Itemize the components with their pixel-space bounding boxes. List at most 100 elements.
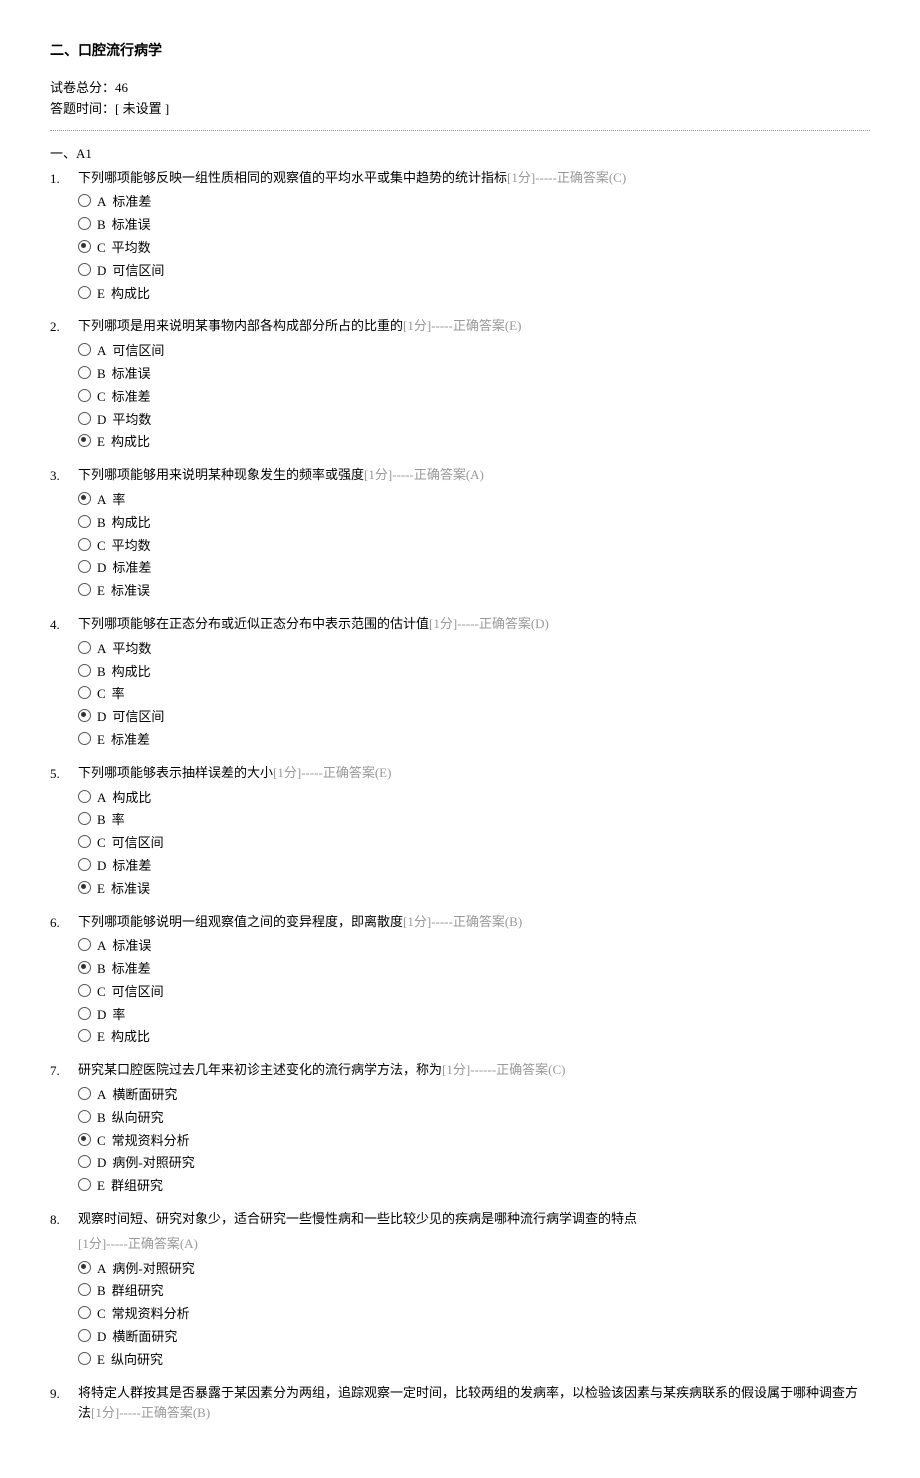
question-stem: 下列哪项能够反映一组性质相同的观察值的平均水平或集中趋势的统计指标[1分]---… xyxy=(78,168,870,189)
radio-icon[interactable] xyxy=(78,732,91,745)
radio-icon[interactable] xyxy=(78,412,91,425)
radio-icon[interactable] xyxy=(78,1352,91,1365)
option-text: 标准差 xyxy=(112,959,151,980)
option[interactable]: D可信区间 xyxy=(78,261,870,282)
option[interactable]: D率 xyxy=(78,1005,870,1026)
option[interactable]: A标准差 xyxy=(78,192,870,213)
question: 8.观察时间短、研究对象少，适合研究一些慢性病和一些比较少见的疾病是哪种流行病学… xyxy=(50,1209,870,1373)
radio-icon[interactable] xyxy=(78,790,91,803)
option[interactable]: E标准误 xyxy=(78,581,870,602)
option[interactable]: A横断面研究 xyxy=(78,1085,870,1106)
radio-icon[interactable] xyxy=(78,641,91,654)
radio-icon[interactable] xyxy=(78,881,91,894)
option[interactable]: C标准差 xyxy=(78,387,870,408)
radio-icon[interactable] xyxy=(78,961,91,974)
option[interactable]: A标准误 xyxy=(78,936,870,957)
radio-icon[interactable] xyxy=(78,240,91,253)
radio-icon[interactable] xyxy=(78,389,91,402)
option[interactable]: C率 xyxy=(78,684,870,705)
option-letter: D xyxy=(97,1005,106,1026)
option[interactable]: E标准误 xyxy=(78,879,870,900)
points-label: [1分] xyxy=(364,467,392,482)
radio-icon[interactable] xyxy=(78,366,91,379)
radio-icon[interactable] xyxy=(78,1329,91,1342)
option[interactable]: B构成比 xyxy=(78,662,870,683)
radio-icon[interactable] xyxy=(78,938,91,951)
option[interactable]: B标准差 xyxy=(78,959,870,980)
option-text: 构成比 xyxy=(112,662,151,683)
option[interactable]: D病例-对照研究 xyxy=(78,1153,870,1174)
option[interactable]: A率 xyxy=(78,490,870,511)
option[interactable]: D可信区间 xyxy=(78,707,870,728)
radio-icon[interactable] xyxy=(78,1155,91,1168)
option[interactable]: B标准误 xyxy=(78,364,870,385)
option[interactable]: C常规资料分析 xyxy=(78,1304,870,1325)
option-text: 纵向研究 xyxy=(112,1108,164,1129)
radio-icon[interactable] xyxy=(78,515,91,528)
radio-icon[interactable] xyxy=(78,1178,91,1191)
option[interactable]: C可信区间 xyxy=(78,982,870,1003)
divider xyxy=(50,130,870,131)
option[interactable]: E构成比 xyxy=(78,284,870,305)
radio-icon[interactable] xyxy=(78,194,91,207)
radio-icon[interactable] xyxy=(78,1007,91,1020)
option[interactable]: D标准差 xyxy=(78,558,870,579)
stem-text: 下列哪项能够表示抽样误差的大小 xyxy=(78,765,273,780)
option-letter: E xyxy=(97,1027,105,1048)
option[interactable]: E标准差 xyxy=(78,730,870,751)
option[interactable]: B群组研究 xyxy=(78,1281,870,1302)
option[interactable]: C平均数 xyxy=(78,238,870,259)
points-label: [1分] xyxy=(403,914,431,929)
option-letter: B xyxy=(97,1281,106,1302)
radio-icon[interactable] xyxy=(78,664,91,677)
radio-icon[interactable] xyxy=(78,538,91,551)
radio-icon[interactable] xyxy=(78,1110,91,1123)
option-letter: B xyxy=(97,1108,106,1129)
answer-time-value: [ 未设置 ] xyxy=(115,101,169,116)
radio-icon[interactable] xyxy=(78,434,91,447)
radio-icon[interactable] xyxy=(78,560,91,573)
options-list: A标准差B标准误C平均数D可信区间E构成比 xyxy=(78,192,870,304)
radio-icon[interactable] xyxy=(78,286,91,299)
option[interactable]: E纵向研究 xyxy=(78,1350,870,1371)
radio-icon[interactable] xyxy=(78,1283,91,1296)
option[interactable]: B率 xyxy=(78,810,870,831)
radio-icon[interactable] xyxy=(78,1261,91,1274)
option[interactable]: E构成比 xyxy=(78,1027,870,1048)
radio-icon[interactable] xyxy=(78,1133,91,1146)
option[interactable]: B构成比 xyxy=(78,513,870,534)
question-stem: 研究某口腔医院过去几年来初诊主述变化的流行病学方法，称为[1分]------正确… xyxy=(78,1060,870,1081)
radio-icon[interactable] xyxy=(78,686,91,699)
option[interactable]: C可信区间 xyxy=(78,833,870,854)
radio-icon[interactable] xyxy=(78,343,91,356)
radio-icon[interactable] xyxy=(78,709,91,722)
option[interactable]: D横断面研究 xyxy=(78,1327,870,1348)
option-letter: E xyxy=(97,284,105,305)
option[interactable]: A可信区间 xyxy=(78,341,870,362)
option[interactable]: D平均数 xyxy=(78,410,870,431)
option[interactable]: C常规资料分析 xyxy=(78,1131,870,1152)
option[interactable]: B标准误 xyxy=(78,215,870,236)
radio-icon[interactable] xyxy=(78,1306,91,1319)
radio-icon[interactable] xyxy=(78,858,91,871)
radio-icon[interactable] xyxy=(78,1087,91,1100)
option[interactable]: A构成比 xyxy=(78,788,870,809)
option[interactable]: A平均数 xyxy=(78,639,870,660)
option[interactable]: E构成比 xyxy=(78,432,870,453)
option[interactable]: E群组研究 xyxy=(78,1176,870,1197)
radio-icon[interactable] xyxy=(78,492,91,505)
question-stem: 下列哪项能够用来说明某种现象发生的频率或强度[1分]-----正确答案(A) xyxy=(78,465,870,486)
option[interactable]: D标准差 xyxy=(78,856,870,877)
radio-icon[interactable] xyxy=(78,835,91,848)
radio-icon[interactable] xyxy=(78,1029,91,1042)
radio-icon[interactable] xyxy=(78,984,91,997)
radio-icon[interactable] xyxy=(78,217,91,230)
option[interactable]: B 纵向研究 xyxy=(78,1108,870,1129)
radio-icon[interactable] xyxy=(78,812,91,825)
option[interactable]: A病例-对照研究 xyxy=(78,1259,870,1280)
radio-icon[interactable] xyxy=(78,263,91,276)
radio-icon[interactable] xyxy=(78,583,91,596)
option[interactable]: C平均数 xyxy=(78,536,870,557)
correct-answer: -----正确答案(B) xyxy=(119,1405,210,1420)
option-letter: E xyxy=(97,581,105,602)
